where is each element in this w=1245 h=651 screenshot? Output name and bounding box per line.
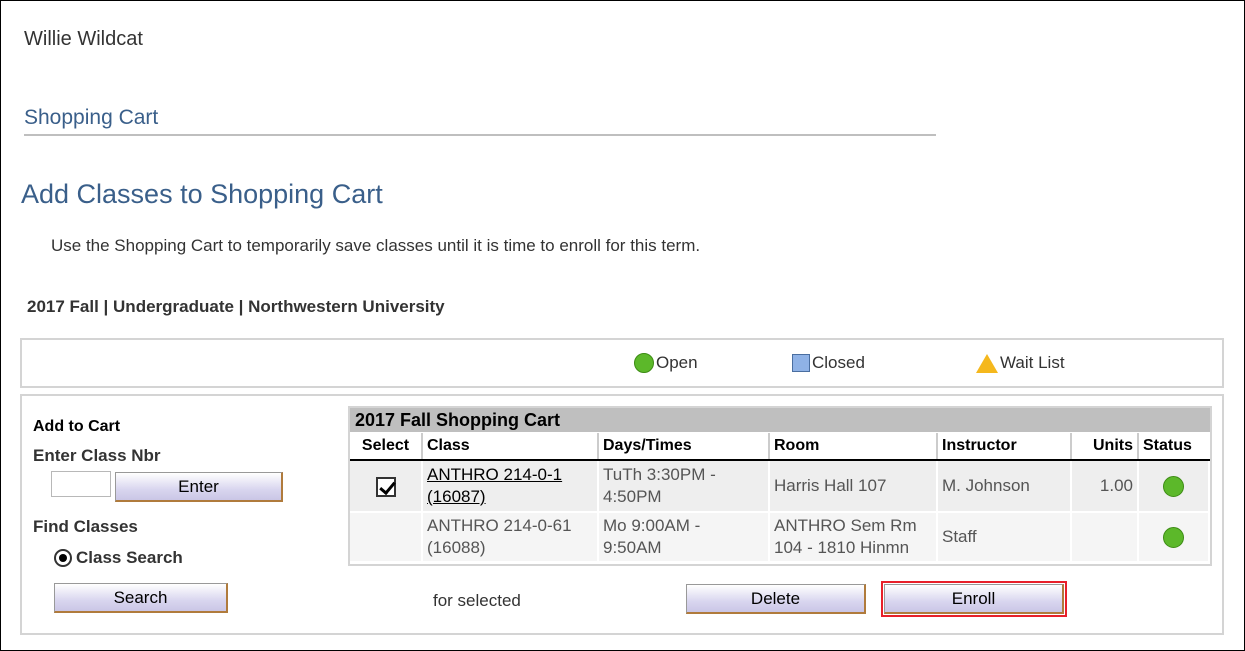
instructor-cell: M. Johnson xyxy=(937,460,1072,512)
status-legend: Open Closed Wait List xyxy=(20,338,1224,388)
col-header-units: Units xyxy=(1071,433,1139,461)
class-cell: ANTHRO 214-0-1 (16087) xyxy=(422,460,599,512)
legend-wait-list: Wait List xyxy=(976,353,1065,373)
for-selected-label: for selected xyxy=(433,591,521,610)
enter-class-nbr-label: Enter Class Nbr xyxy=(33,446,161,465)
open-status-icon xyxy=(634,353,654,373)
breadcrumb: Shopping Cart xyxy=(24,106,159,129)
enroll-button[interactable]: Enroll xyxy=(881,581,1067,617)
delete-button[interactable]: Delete xyxy=(686,584,866,614)
table-row: ANTHRO 214-0-1 (16087) TuTh 3:30PM -4:50P… xyxy=(350,460,1210,512)
class-search-radio[interactable] xyxy=(54,549,72,567)
status-cell xyxy=(1138,460,1210,512)
instructions-text: Use the Shopping Cart to temporarily sav… xyxy=(51,236,701,255)
user-name: Willie Wildcat xyxy=(24,28,143,50)
class-link[interactable]: ANTHRO 214-0-1 (16087) xyxy=(427,465,562,506)
room-cell: ANTHRO Sem Rm 104 - 1810 Hinmn xyxy=(769,511,938,561)
units-cell xyxy=(1071,511,1139,561)
open-status-icon xyxy=(1163,476,1184,497)
add-to-cart-heading: Add to Cart xyxy=(33,418,121,435)
shopping-cart-grid: 2017 Fall Shopping Cart Select Class Day… xyxy=(348,406,1212,566)
cart-table: Select Class Days/Times Room Instructor … xyxy=(350,433,1210,561)
legend-closed-label: Closed xyxy=(812,353,865,372)
col-header-room: Room xyxy=(769,433,938,461)
class-cell: ANTHRO 214-0-61 (16088) xyxy=(422,511,599,561)
class-search-option[interactable]: Class Search xyxy=(54,548,183,568)
closed-status-icon xyxy=(792,354,810,372)
select-cell xyxy=(350,460,423,512)
open-status-icon xyxy=(1163,527,1184,548)
legend-closed: Closed xyxy=(792,353,865,373)
col-header-instructor: Instructor xyxy=(937,433,1072,461)
search-button[interactable]: Search xyxy=(54,583,228,613)
cart-header-row: Select Class Days/Times Room Instructor … xyxy=(350,433,1209,461)
col-header-select: Select xyxy=(350,433,423,461)
legend-open-label: Open xyxy=(656,353,698,372)
select-cell xyxy=(350,511,423,561)
status-cell xyxy=(1138,511,1210,561)
find-classes-label: Find Classes xyxy=(33,517,138,536)
units-cell: 1.00 xyxy=(1071,460,1139,512)
page-title: Add Classes to Shopping Cart xyxy=(21,179,383,209)
days-times-cell: Mo 9:00AM -9:50AM xyxy=(598,511,770,561)
wait-list-status-icon xyxy=(976,353,998,373)
col-header-class: Class xyxy=(422,433,599,461)
days-times-cell: TuTh 3:30PM -4:50PM xyxy=(598,460,770,512)
instructor-cell: Staff xyxy=(937,511,1072,561)
col-header-days-times: Days/Times xyxy=(598,433,770,461)
legend-open: Open xyxy=(634,353,698,373)
term-info: 2017 Fall | Undergraduate | Northwestern… xyxy=(27,297,445,316)
breadcrumb-divider xyxy=(24,134,936,136)
room-cell: Harris Hall 107 xyxy=(769,460,938,512)
select-checkbox[interactable] xyxy=(375,476,396,497)
class-search-label: Class Search xyxy=(76,548,183,567)
table-row: ANTHRO 214-0-61 (16088) Mo 9:00AM -9:50AM… xyxy=(350,511,1210,561)
legend-wait-list-label: Wait List xyxy=(1000,353,1065,372)
enter-button[interactable]: Enter xyxy=(115,472,283,502)
cart-title: 2017 Fall Shopping Cart xyxy=(350,408,1210,432)
class-nbr-input[interactable] xyxy=(51,471,111,497)
col-header-status: Status xyxy=(1138,433,1209,461)
